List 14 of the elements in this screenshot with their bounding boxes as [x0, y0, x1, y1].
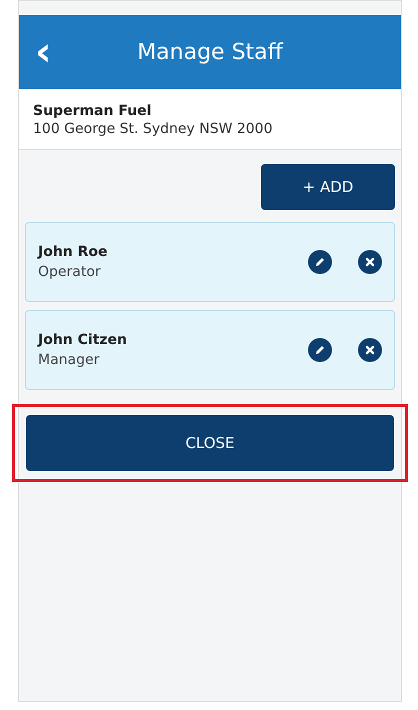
edit-icon[interactable]	[308, 338, 332, 362]
close-button[interactable]: CLOSE	[26, 415, 394, 471]
delete-icon[interactable]	[358, 338, 382, 362]
staff-name: John Citzen	[38, 332, 128, 348]
add-button[interactable]: + ADD	[261, 164, 395, 210]
staff-role: Manager	[38, 352, 100, 368]
back-button[interactable]: ‹	[35, 32, 75, 72]
delete-icon[interactable]	[358, 250, 382, 274]
screen-title: Manage Staff	[136, 40, 284, 64]
business-name: Superman Fuel	[33, 103, 152, 119]
staff-role: Operator	[38, 264, 102, 280]
edit-icon[interactable]	[308, 250, 332, 274]
business-address: 100 George St. Sydney NSW 2000	[33, 121, 274, 137]
staff-name: John Roe	[38, 244, 109, 260]
